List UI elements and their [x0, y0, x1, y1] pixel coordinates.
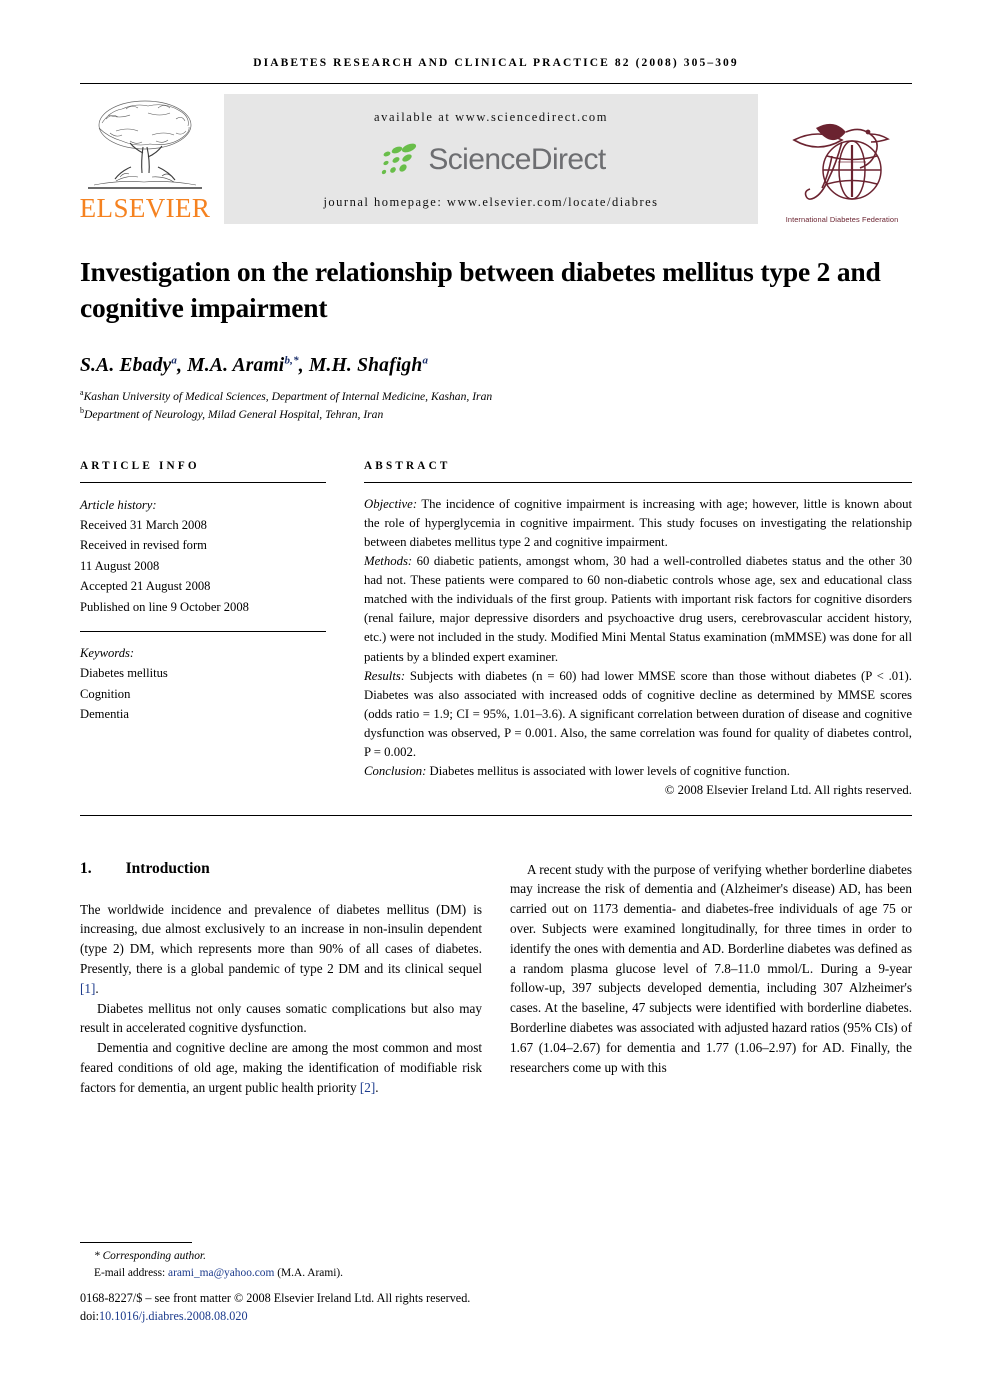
author-2: M.A. Aramib,*	[187, 354, 299, 377]
section-number: 1.	[80, 859, 92, 877]
corresponding-author-note: * Corresponding author.	[94, 1250, 206, 1262]
article-history: Article history: Received 31 March 2008 …	[80, 495, 326, 617]
footnote-block: * Corresponding author. E-mail address: …	[80, 1242, 484, 1281]
sciencedirect-wordmark: ScienceDirect	[428, 143, 606, 176]
elsevier-logo: ELSEVIER	[80, 94, 210, 224]
elsevier-wordmark: ELSEVIER	[79, 193, 211, 223]
article-info-heading: ARTICLE INFO	[80, 459, 200, 472]
idf-caption: International Diabetes Federation	[785, 215, 899, 224]
masthead: ELSEVIER available at www.sciencedirect.…	[80, 94, 912, 224]
body-column-left: 1. Introduction The worldwide incidence …	[80, 860, 482, 1098]
author-3: M.H. Shafigha	[308, 354, 429, 377]
keywords-group: Keywords: Diabetes mellitus Cognition De…	[80, 643, 326, 725]
history-item: 11 August 2008	[80, 558, 160, 573]
abstract-conclusion: Conclusion: Diabetes mellitus is associa…	[364, 764, 790, 779]
abstract-heading: ABSTRACT	[364, 459, 451, 472]
elsevier-tree-icon	[88, 100, 202, 189]
history-item: Received 31 March 2008	[80, 517, 207, 532]
keywords-rule	[80, 630, 326, 632]
journal-article-page: DIABETES RESEARCH AND CLINICAL PRACTICE …	[0, 57, 992, 1380]
body-paragraph: Diabetes mellitus not only causes somati…	[80, 1000, 482, 1036]
author-2-marks: b,*	[284, 354, 299, 367]
abstract-copyright: © 2008 Elsevier Ireland Ltd. All rights …	[664, 783, 912, 798]
keywords-label: Keywords:	[80, 645, 135, 660]
front-matter-block: 0168-8227/$ – see front matter © 2008 El…	[80, 1290, 680, 1325]
body-paragraph: The worldwide incidence and prevalence o…	[80, 901, 482, 996]
abstract-results: Results: Subjects with diabetes (n = 60)…	[364, 668, 912, 760]
sciencedirect-banner: available at www.sciencedirect.com Scien…	[224, 94, 758, 224]
keyword-item: Diabetes mellitus	[80, 666, 168, 681]
author-list: S.A. Ebadya, M.A. Aramib,*, M.H. Shafigh…	[80, 354, 429, 377]
corresponding-marker: *	[94, 1250, 100, 1262]
citation-ref[interactable]: [2]	[360, 1080, 375, 1095]
running-head: DIABETES RESEARCH AND CLINICAL PRACTICE …	[253, 57, 739, 69]
header-rule	[80, 83, 912, 84]
sciencedirect-logo: ScienceDirect	[376, 141, 606, 179]
journal-homepage-text: journal homepage: www.elsevier.com/locat…	[323, 195, 659, 209]
idf-logo: International Diabetes Federation	[772, 94, 912, 224]
email-link[interactable]: arami_ma@yahoo.com	[168, 1267, 274, 1279]
page-title: Investigation on the relationship betwee…	[80, 256, 881, 324]
affiliation-b: bDepartment of Neurology, Milad General …	[80, 406, 384, 422]
abstract-methods: Methods: 60 diabetic patients, amongst w…	[364, 553, 912, 664]
abstract-body: Objective: The incidence of cognitive im…	[364, 495, 912, 801]
body-paragraph: Dementia and cognitive decline are among…	[80, 1040, 482, 1095]
article-info-column: ARTICLE INFO Article history: Received 3…	[80, 460, 348, 801]
article-history-label: Article history:	[80, 497, 157, 512]
email-note: E-mail address: arami_ma@yahoo.com (M.A.…	[94, 1266, 344, 1279]
affiliation-a: aKashan University of Medical Sciences, …	[80, 388, 493, 403]
body-paragraph: A recent study with the purpose of verif…	[510, 861, 912, 1075]
history-item: Published on line 9 October 2008	[80, 599, 249, 614]
abstract-column: ABSTRACT Objective: The incidence of cog…	[348, 460, 912, 801]
sciencedirect-leaves-icon	[382, 143, 417, 175]
abstract-objective: Objective: The incidence of cognitive im…	[364, 496, 912, 549]
doi-link[interactable]: 10.1016/j.diabres.2008.08.020	[99, 1309, 248, 1323]
citation-ref[interactable]: [1]	[80, 981, 95, 996]
author-1: S.A. Ebadya	[80, 354, 178, 377]
section-title: Introduction	[125, 859, 210, 877]
author-1-marks: a	[171, 354, 178, 367]
abstract-rule	[364, 481, 912, 483]
keyword-item: Dementia	[80, 707, 129, 722]
body-columns: 1. Introduction The worldwide incidence …	[80, 860, 912, 1098]
author-3-marks: a	[422, 354, 429, 367]
footnote-rule	[80, 1242, 192, 1243]
idf-bird-globe-icon	[792, 123, 890, 200]
section-heading: 1. Introduction	[80, 860, 482, 878]
body-column-right: A recent study with the purpose of verif…	[510, 860, 912, 1098]
keyword-item: Cognition	[80, 686, 131, 701]
affiliations: aKashan University of Medical Sciences, …	[80, 387, 912, 424]
front-matter-line: 0168-8227/$ – see front matter © 2008 El…	[80, 1291, 471, 1305]
available-at-text: available at www.sciencedirect.com	[373, 110, 609, 124]
article-info-rule	[80, 481, 326, 483]
history-item: Accepted 21 August 2008	[80, 579, 211, 594]
history-item: Received in revised form	[80, 538, 207, 553]
abstract-bottom-rule	[80, 814, 912, 816]
info-abstract-block: ARTICLE INFO Article history: Received 3…	[80, 460, 912, 801]
